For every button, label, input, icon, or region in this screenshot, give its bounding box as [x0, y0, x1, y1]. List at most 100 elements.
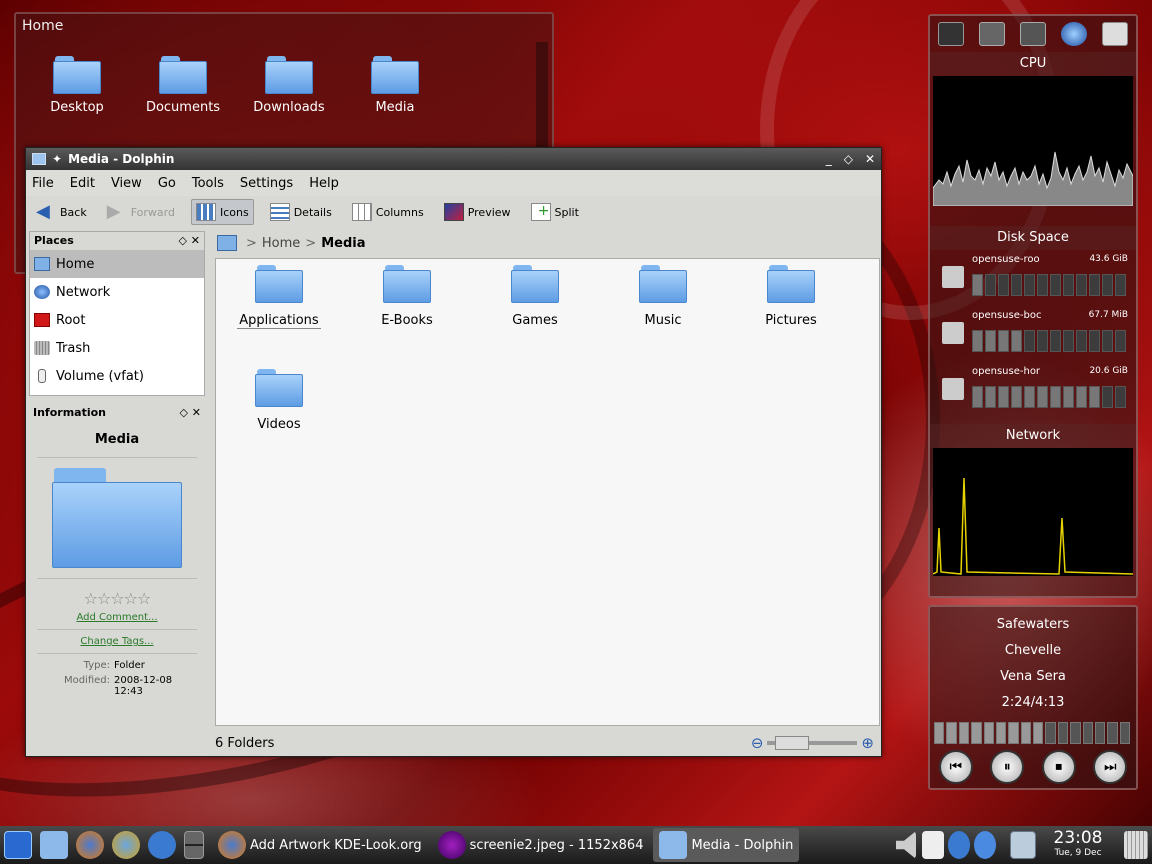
window-menu-icon[interactable] [32, 153, 46, 165]
pin-icon[interactable]: ✦ [52, 152, 62, 166]
information-header: Information ◇ ✕ [29, 404, 205, 422]
stop-button[interactable]: ⏹ [1041, 750, 1076, 784]
folder-icon [53, 56, 101, 94]
disk-usage-segment [1024, 330, 1035, 352]
menu-go[interactable]: Go [158, 176, 176, 191]
zoom-slider[interactable] [767, 736, 858, 750]
maximize-button[interactable]: ◇ [844, 152, 853, 166]
home-icon [34, 257, 50, 271]
divider [37, 578, 197, 579]
panel-float-icon[interactable]: ◇ [178, 234, 186, 247]
menu-edit[interactable]: Edit [70, 176, 95, 191]
back-button[interactable]: ◀ Back [32, 199, 91, 225]
progress-segment [1033, 722, 1044, 744]
kde-menu-button[interactable] [4, 830, 36, 860]
file-manager-launcher[interactable] [40, 830, 72, 860]
disk-usage-segment [1050, 330, 1061, 352]
menu-settings[interactable]: Settings [240, 176, 293, 191]
task-kde-look[interactable]: Add Artwork KDE-Look.org [212, 828, 428, 862]
network-globe-icon[interactable] [1061, 22, 1088, 46]
icons-label: Icons [219, 205, 249, 219]
hardware-icon[interactable] [1019, 22, 1046, 46]
columns-view-button[interactable]: Columns [348, 199, 428, 225]
icons-view-button[interactable]: Icons [190, 199, 254, 225]
panel-float-icon[interactable]: ◇ [179, 406, 187, 419]
volume-tray[interactable] [896, 830, 920, 860]
breadcrumb-media[interactable]: Media [321, 236, 365, 251]
rating-stars[interactable]: ☆☆☆☆☆ [29, 589, 205, 608]
folder-label: Videos [257, 417, 301, 432]
forward-button[interactable]: ▶ Forward [103, 199, 179, 225]
title-bar[interactable]: ✦ Media - Dolphin _ ◇ ✕ [26, 148, 881, 170]
folder-games[interactable]: Games [480, 265, 590, 328]
places-item-home[interactable]: Home [30, 250, 204, 278]
places-item-trash[interactable]: Trash [30, 334, 204, 362]
desktop-folder[interactable]: Desktop [32, 56, 122, 115]
desktop-pager-icon [184, 831, 204, 859]
change-tags-link[interactable]: Change Tags... [29, 636, 205, 647]
clock-date: Tue, 9 Dec [1054, 848, 1102, 858]
clock[interactable]: 23:08 Tue, 9 Dec [1050, 828, 1106, 858]
downloads-folder[interactable]: Downloads [244, 56, 334, 115]
next-track-button[interactable]: ⏭ [1093, 750, 1128, 784]
pidgin-launcher[interactable] [148, 830, 180, 860]
file-view[interactable]: Applications E-Books Games Music Picture… [215, 258, 880, 726]
folder-icon [265, 56, 313, 94]
updater-tray[interactable] [974, 830, 1000, 860]
preview-label: Preview [467, 205, 511, 219]
modified-value: 2008-12-08 12:43 [114, 675, 173, 697]
columns-label: Columns [375, 205, 424, 219]
track-progress-bar[interactable] [934, 722, 1132, 744]
pause-button[interactable]: ⏸ [990, 750, 1025, 784]
menu-view[interactable]: View [111, 176, 142, 191]
thunderbird-launcher[interactable] [112, 830, 144, 860]
panel-close-icon[interactable]: ✕ [192, 406, 201, 419]
disk-usage-segment [1037, 386, 1048, 408]
menu-file[interactable]: File [32, 176, 54, 191]
disk-usage-segment [1115, 386, 1126, 408]
menu-tools[interactable]: Tools [192, 176, 224, 191]
cpu-chip-icon[interactable] [937, 22, 964, 46]
panel-close-icon[interactable]: ✕ [191, 234, 200, 247]
chat-tray[interactable] [948, 830, 974, 860]
task-dolphin[interactable]: Media - Dolphin [653, 828, 800, 862]
network-tray[interactable] [1010, 830, 1040, 860]
add-comment-link[interactable]: Add Comment... [29, 612, 205, 623]
split-button[interactable]: + Split [527, 199, 583, 225]
folder-pictures[interactable]: Pictures [736, 265, 846, 328]
menu-help[interactable]: Help [309, 176, 339, 191]
hard-disk-icon[interactable] [1102, 22, 1129, 46]
preview-button[interactable]: Preview [440, 199, 515, 225]
previous-track-button[interactable]: ⏮ [938, 750, 973, 784]
folder-applications[interactable]: Applications [224, 265, 334, 329]
folder-music[interactable]: Music [608, 265, 718, 328]
zoom-out-icon[interactable]: ⊖ [751, 734, 764, 752]
folder-videos[interactable]: Videos [224, 369, 334, 432]
places-item-network[interactable]: Network [30, 278, 204, 306]
documents-folder[interactable]: Documents [138, 56, 228, 115]
modified-label: Modified: [63, 675, 110, 686]
trash-icon [34, 341, 50, 355]
zoom-in-icon[interactable]: ⊕ [861, 734, 874, 752]
media-folder[interactable]: Media [350, 56, 440, 115]
breadcrumb-home[interactable]: Home [262, 236, 300, 251]
progress-segment [1070, 722, 1081, 744]
clipboard-tray[interactable] [922, 830, 948, 860]
globe-icon [34, 285, 50, 299]
trash-applet[interactable] [1124, 830, 1152, 860]
memory-icon[interactable] [978, 22, 1005, 46]
close-button[interactable]: ✕ [865, 152, 875, 166]
task-screenie[interactable]: screenie2.jpeg - 1152x864 [432, 828, 650, 862]
folder-label: Desktop [50, 100, 104, 115]
folder-ebooks[interactable]: E-Books [352, 265, 462, 328]
pager[interactable] [184, 830, 208, 860]
home-crumb-icon[interactable] [217, 235, 237, 251]
minimize-button[interactable]: _ [826, 152, 832, 166]
disk-usage-segment [1076, 330, 1087, 352]
places-item-root[interactable]: Root [30, 306, 204, 334]
split-label: Split [554, 205, 579, 219]
firefox-launcher[interactable] [76, 830, 108, 860]
places-item-volume[interactable]: Volume (vfat) [30, 362, 204, 390]
details-view-button[interactable]: Details [266, 199, 336, 225]
zoom-slider-handle[interactable] [775, 736, 810, 750]
